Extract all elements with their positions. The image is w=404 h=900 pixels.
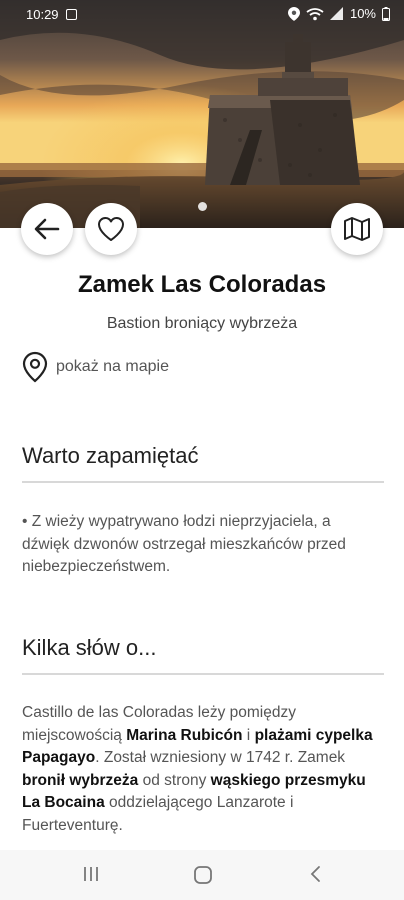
notification-icon xyxy=(66,9,77,20)
show-on-map-label: pokaż na mapie xyxy=(56,358,169,375)
status-time: 10:29 xyxy=(26,7,59,22)
heart-icon xyxy=(98,217,124,241)
status-bar: 10:29 10% xyxy=(0,0,404,30)
back-nav-icon[interactable] xyxy=(308,865,324,883)
text-span: . Został wzniesiony w 1742 r. Zamek xyxy=(95,749,346,766)
section-heading-about: Kilka słów o... xyxy=(22,635,157,660)
section-divider xyxy=(22,673,384,675)
text-span: i xyxy=(242,726,255,744)
text-span: od strony xyxy=(138,771,211,789)
home-icon[interactable] xyxy=(193,865,213,885)
signal-icon xyxy=(329,7,343,20)
location-pin-icon xyxy=(22,351,48,383)
recents-icon[interactable] xyxy=(82,865,100,883)
battery-icon xyxy=(382,6,390,21)
section-divider xyxy=(22,481,384,483)
battery-percent: 10% xyxy=(349,6,376,21)
place-title: Zamek Las Coloradas xyxy=(77,271,327,298)
favorite-button[interactable] xyxy=(85,203,137,255)
arrow-left-icon xyxy=(34,218,60,240)
place-subtitle: Bastion broniący wybrzeża xyxy=(106,315,298,332)
remember-text: • Z wieży wypatrywano łodzi nieprzyjacie… xyxy=(22,513,346,575)
location-icon xyxy=(287,6,300,21)
back-button[interactable] xyxy=(21,203,73,255)
about-text: Castillo de las Coloradas leży pomiędzy … xyxy=(22,702,382,837)
page-indicator-dot[interactable] xyxy=(198,202,207,211)
hero-image[interactable] xyxy=(0,0,404,228)
castle-photo xyxy=(0,0,404,228)
map-button[interactable] xyxy=(331,203,383,255)
wifi-icon xyxy=(306,7,324,20)
map-icon xyxy=(344,217,370,241)
bold-text-span: bronił wybrzeża xyxy=(22,771,139,789)
bold-text-span: Marina Rubicón xyxy=(126,726,243,744)
section-heading-remember: Warto zapamiętać xyxy=(22,443,199,468)
show-on-map-link[interactable]: pokaż na mapie xyxy=(22,351,169,383)
system-nav-bar xyxy=(0,850,404,900)
